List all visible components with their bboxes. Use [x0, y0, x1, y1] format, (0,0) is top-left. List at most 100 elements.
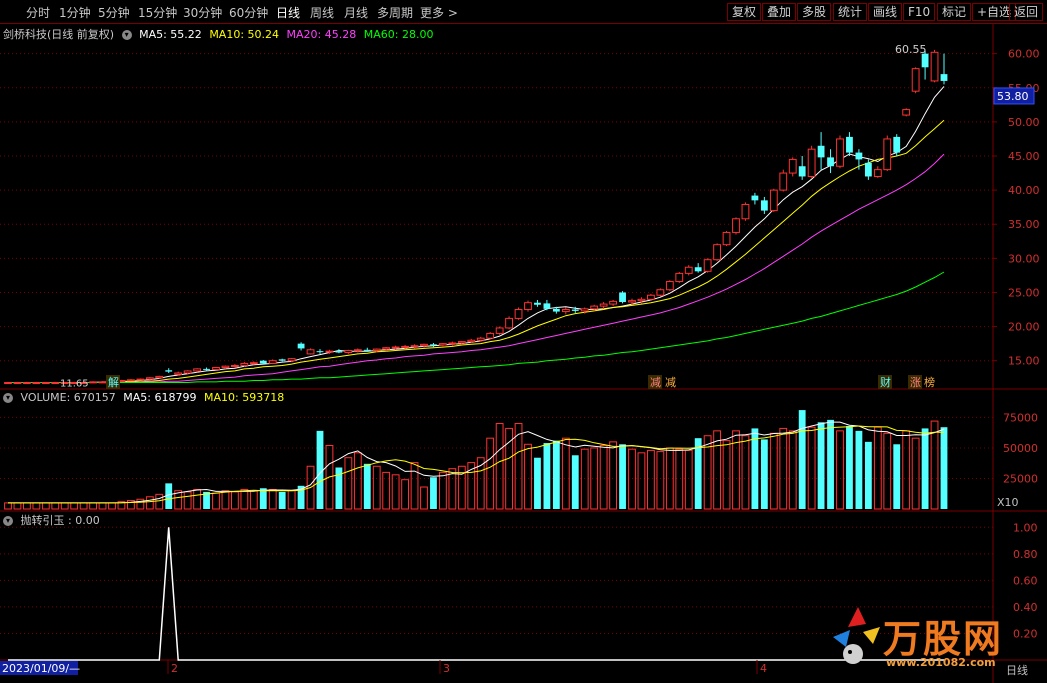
period-tab-8[interactable]: 月线 [344, 4, 368, 21]
indicator-line [8, 527, 944, 661]
legend-toggle-icon[interactable]: ▾ [121, 30, 132, 40]
candle-body [278, 359, 286, 361]
period-tab-9[interactable]: 多周期 [377, 4, 413, 21]
volume-bar [391, 474, 400, 510]
volume-bar [51, 502, 60, 510]
candle-body [590, 305, 599, 310]
toolbar-button-3[interactable]: 统计 [833, 3, 868, 21]
candle-body [543, 303, 551, 309]
volume-bar [363, 463, 371, 509]
candle-body [675, 272, 684, 283]
toolbar-button-6[interactable]: 标记 [937, 3, 972, 21]
current-price-label: 53.80 [997, 90, 1029, 103]
period-tab-1[interactable]: 1分钟 [59, 4, 91, 21]
candle-body [609, 300, 617, 305]
candle-body [902, 109, 911, 116]
period-tab-7[interactable]: 周线 [310, 4, 334, 21]
candle-body [325, 350, 334, 353]
volume-bar [628, 448, 636, 510]
period-tab-4[interactable]: 30分钟 [183, 4, 222, 21]
candle-body [486, 332, 495, 339]
toolbar-button-5[interactable]: F10 [903, 3, 936, 21]
volume-bar [779, 427, 788, 510]
candle-body [580, 308, 589, 312]
candle-body [259, 360, 267, 364]
volume-bar [79, 502, 88, 510]
candle-body [127, 379, 135, 382]
candle-body [174, 372, 183, 375]
candle-body [836, 138, 844, 167]
volume-bar [864, 441, 872, 509]
volume-value: VOLUME: 670157 [20, 391, 116, 404]
stock-title: 剑桥科技(日线 前复权) [3, 28, 115, 41]
toolbar-button-1[interactable]: 叠加 [762, 3, 797, 21]
volume-bar [420, 486, 428, 510]
candle-body [155, 375, 164, 379]
candle-body [732, 218, 740, 233]
candle-body [855, 152, 863, 160]
volume-bar [249, 490, 258, 510]
period-tab-2[interactable]: 5分钟 [98, 4, 130, 21]
toolbar-button-0[interactable]: 复权 [727, 3, 762, 21]
candle-body [769, 189, 778, 212]
candle-body [694, 267, 702, 272]
volume-bar [155, 493, 164, 510]
candle-body [203, 368, 210, 370]
period-tab-3[interactable]: 15分钟 [138, 4, 177, 21]
volume-bar [23, 502, 31, 510]
watermark-text: 万股网 [883, 617, 1004, 661]
ma-line-ma5 [8, 86, 945, 383]
ma20-value: MA20: 45.28 [286, 28, 357, 41]
volume-bar [89, 502, 97, 510]
ma5-value: MA5: 55.22 [139, 28, 202, 41]
volume-bar [60, 502, 69, 510]
volume-toggle-icon[interactable]: ▾ [3, 393, 13, 403]
toolbar-button-2[interactable]: 多股 [797, 3, 832, 21]
volume-bar [410, 462, 419, 510]
volume-ma5: MA5: 618799 [123, 391, 197, 404]
period-tab-6[interactable]: 日线 [276, 4, 300, 21]
candle-body [619, 292, 626, 303]
volume-tick-label-1: 50000 [1003, 442, 1038, 455]
chart-area[interactable]: 60.0055.0050.0045.0040.0035.0030.0025.00… [0, 24, 1047, 683]
volume-bar [543, 443, 551, 509]
volume-bar [788, 430, 797, 510]
price-tick-label-5: 35.00 [1008, 218, 1040, 231]
candle-body [249, 362, 258, 365]
toolbar-button-4[interactable]: 画线 [868, 3, 903, 21]
volume-bar [930, 420, 939, 510]
volume-bar [827, 419, 834, 509]
candle-body [599, 303, 608, 307]
candle-body [722, 231, 731, 246]
volume-bar [751, 428, 759, 509]
month-label-1: 3 [443, 662, 450, 675]
more-periods-button[interactable]: 更多 > [420, 4, 458, 21]
date-start-label: 2023/01/09/— [2, 662, 80, 675]
event-marker-extra: 减 [665, 376, 676, 389]
candle-body [779, 172, 788, 191]
volume-bar [193, 488, 201, 510]
candle-body [448, 342, 457, 345]
period-tab-0[interactable]: 分时 [26, 4, 50, 21]
volume-bar [240, 488, 249, 510]
volume-bar [599, 445, 608, 510]
volume-bar [798, 410, 806, 509]
volume-bar [278, 491, 286, 509]
volume-bar [873, 426, 882, 510]
candle-body [741, 203, 750, 220]
candle-body [98, 381, 107, 384]
volume-bar [430, 477, 437, 509]
price-tick-label-2: 50.00 [1008, 116, 1040, 129]
period-tab-5[interactable]: 60分钟 [229, 4, 268, 21]
candle-body [817, 145, 825, 158]
volume-bar [98, 502, 107, 510]
volume-bar [855, 430, 863, 509]
candle-body [165, 370, 173, 372]
watermark-logo: 万股网 www.201082.com [828, 602, 1038, 674]
volume-bar [883, 432, 892, 510]
indicator-toggle-icon[interactable]: ▾ [3, 516, 13, 526]
candle-body [930, 51, 939, 82]
toolbar-button-8[interactable]: 返回 [1009, 3, 1044, 21]
event-marker-1: 减 [650, 376, 661, 389]
candle-body [751, 195, 759, 201]
